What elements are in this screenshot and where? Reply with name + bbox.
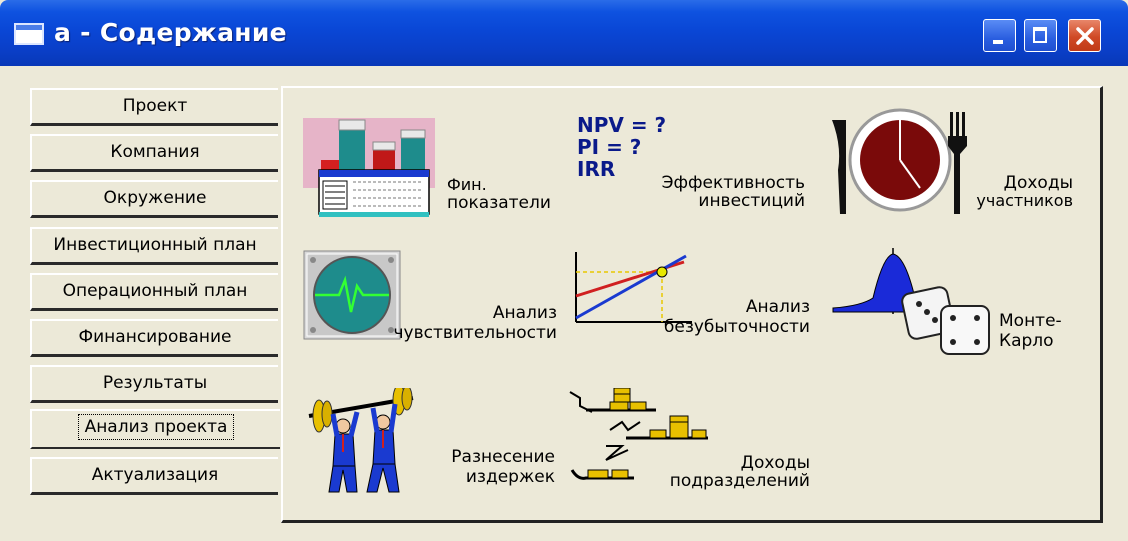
close-icon [1076,27,1094,45]
fin-label-line1: Фин. [447,175,487,194]
tab-operating-plan[interactable]: Операционный план [30,273,278,311]
sensitivity-label-line1: Анализ [492,303,557,323]
analysis-panel: Фин. показатели NPV = ? PI = ? IRR Эффек… [281,86,1103,523]
maximize-button[interactable] [1024,19,1057,52]
financial-table-icon [303,118,435,217]
tab-investment-plan[interactable]: Инвестиционный план [30,227,278,265]
weightlifters-icon [308,388,414,493]
investment-efficiency-item[interactable]: NPV = ? PI = ? IRR Эффективность инвести… [573,112,813,222]
depts-label-line1: Доходы [740,453,810,473]
tab-project[interactable]: Проект [30,88,278,126]
plate-icon [832,108,967,214]
tab-company[interactable]: Компания [30,134,278,172]
monte-carlo-dice-icon [832,248,990,355]
monte-label-line1: Монте- [999,311,1062,331]
sensitivity-analysis-item[interactable]: Анализ чувствительности [301,248,557,358]
close-button[interactable] [1068,19,1101,52]
efficiency-label-line2: инвестиций [698,191,805,211]
npv-text: NPV = ? [577,113,667,137]
tab-environment[interactable]: Окружение [30,180,278,218]
pi-text: PI = ? [577,135,642,159]
irr-text: IRR [577,157,616,181]
breakeven-analysis-item[interactable]: Анализ безубыточности [566,246,816,356]
monte-carlo-item[interactable]: Монте- Карло [831,246,1091,366]
window-title: a - Содержание [54,18,287,47]
die-front [940,305,990,355]
depts-label-line2: подразделений [669,471,810,491]
breakeven-label-line2: безубыточности [663,317,810,337]
sensitivity-label-line2: чувствительности [393,323,557,343]
income-label-line1: Доходы [1003,173,1073,193]
income-label-line2: участников [976,191,1073,210]
app-window: a - Содержание Проект Компания Окружение… [0,0,1128,541]
tab-financing[interactable]: Финансирование [30,319,278,357]
minimize-button[interactable] [983,19,1016,52]
fin-indicators-item[interactable]: Фин. показатели [301,108,551,223]
title-bar[interactable]: a - Содержание [0,0,1128,66]
costs-label-line1: Разнесение [451,447,555,467]
tab-project-analysis[interactable]: Анализ проекта [30,409,280,449]
cost-allocation-item[interactable]: Разнесение издержек [303,388,555,503]
monte-label-line2: Карло [999,331,1054,351]
breakeven-chart-icon [575,252,692,323]
participants-income-item[interactable]: Доходы участников [828,106,1078,221]
oscilloscope-icon [303,250,401,340]
tab-actualization[interactable]: Актуализация [30,457,278,495]
fin-label-line2: показатели [447,193,551,213]
window-icon[interactable] [14,23,44,45]
tab-results[interactable]: Результаты [30,365,278,403]
breakeven-label-line1: Анализ [745,297,810,317]
department-income-item[interactable]: Доходы подразделений [566,388,816,503]
costs-label-line2: издержек [465,467,555,487]
efficiency-label-line1: Эффективность [661,173,805,193]
